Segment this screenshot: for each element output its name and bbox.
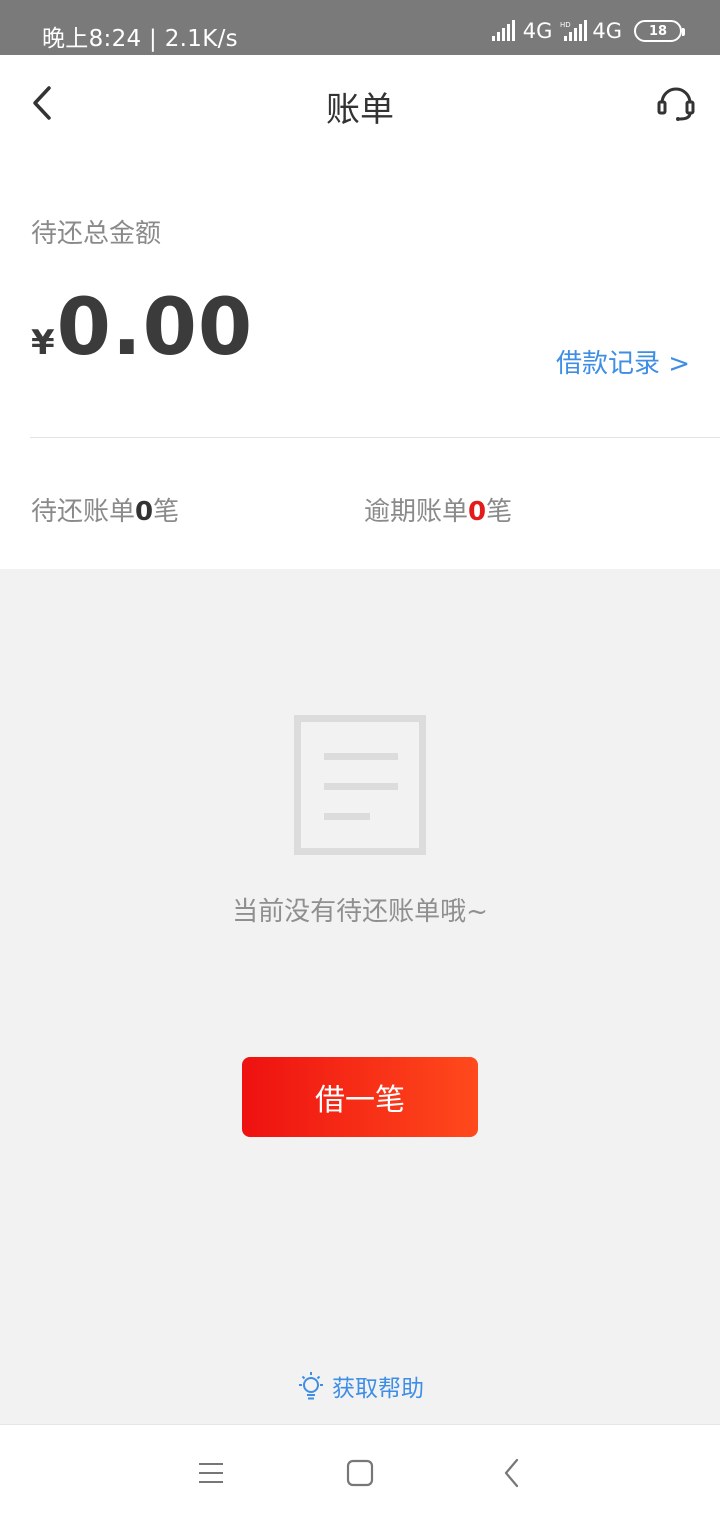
svg-text:HD: HD	[560, 21, 571, 29]
system-home-button[interactable]	[340, 1455, 380, 1491]
network-type-1: 4G	[522, 19, 553, 43]
back-triangle-icon	[504, 1458, 519, 1488]
currency-symbol: ¥	[31, 323, 55, 363]
overdue-unit: 笔	[486, 497, 513, 527]
amount-value: 0.00	[56, 283, 254, 373]
lightbulb-icon	[299, 1372, 323, 1400]
pending-number: 0	[135, 497, 154, 527]
borrow-button[interactable]: 借一笔	[242, 1057, 478, 1137]
signal-hd-icon: HD	[560, 20, 588, 41]
nav-bar: 账单	[0, 55, 720, 151]
pending-label: 待还账单	[31, 497, 136, 527]
bill-summary: 待还总金额 ¥ 0.00 借款记录 > 待还账单0笔 逾期账单0笔	[0, 151, 720, 569]
overdue-label: 逾期账单	[364, 497, 469, 527]
help-link-label: 获取帮助	[332, 1376, 424, 1402]
network-type-2: 4G	[592, 19, 622, 43]
total-amount-label: 待还总金额	[31, 219, 162, 249]
system-menu-button[interactable]	[191, 1455, 231, 1491]
home-square-icon	[346, 1459, 374, 1487]
battery-icon: 18	[634, 20, 685, 42]
document-icon	[294, 715, 426, 855]
system-nav-bar	[0, 1424, 720, 1520]
loan-record-link[interactable]: 借款记录 >	[556, 343, 690, 380]
overdue-bills-count: 逾期账单0笔	[364, 491, 512, 528]
pending-bills-count: 待还账单0笔	[31, 491, 179, 528]
get-help-link[interactable]: 获取帮助	[0, 1369, 720, 1403]
pending-unit: 笔	[153, 497, 180, 527]
status-time-speed: 晚上8:24 | 2.1K/s	[42, 26, 238, 52]
page-title: 账单	[326, 90, 394, 130]
signal-icon	[491, 20, 515, 41]
battery-level: 18	[648, 23, 668, 39]
system-back-button[interactable]	[492, 1455, 532, 1491]
headset-icon	[657, 87, 695, 121]
empty-state: 当前没有待还账单哦~ 借一笔 获取帮助	[0, 569, 720, 1424]
menu-icon	[199, 1463, 223, 1483]
overdue-number: 0	[468, 497, 487, 527]
status-indicators: 4G HD 4G 18	[491, 19, 685, 43]
customer-service-button[interactable]	[652, 79, 700, 127]
divider	[30, 437, 720, 438]
empty-message: 当前没有待还账单哦~	[232, 897, 488, 927]
status-bar: 晚上8:24 | 2.1K/s 4G HD 4G 18	[0, 0, 720, 55]
total-amount: ¥ 0.00	[31, 283, 253, 373]
